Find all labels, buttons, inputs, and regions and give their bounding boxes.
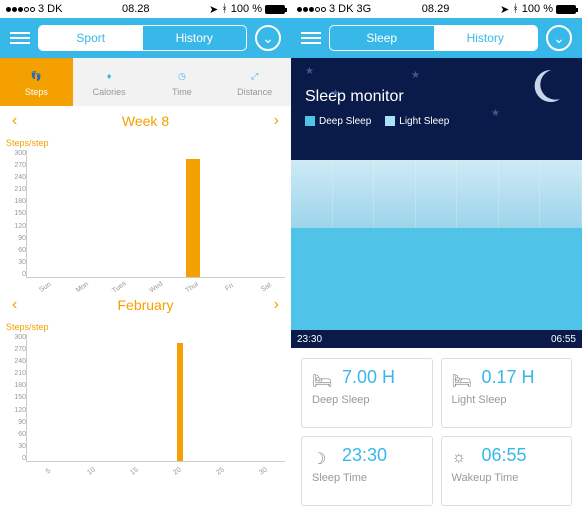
- sleep-cards: 🛏 7.00 H Deep Sleep 🛏 0.17 H Light Sleep ☽…: [291, 348, 582, 510]
- card-deep-sleep: 🛏 7.00 H Deep Sleep: [301, 358, 433, 428]
- chevron-left-icon[interactable]: ‹: [12, 112, 17, 130]
- card-value: 0.17 H: [482, 367, 535, 388]
- segment-control: Sleep History: [329, 25, 538, 51]
- sport-screen: 3 DK 08.28 ➤ ᚼ 100 % Sport History ⌄ 👣 S…: [0, 0, 291, 510]
- legend-deep-label: Deep Sleep: [319, 116, 371, 127]
- sleep-header: ★★★★ Sleep monitor Deep Sleep Light Slee…: [291, 58, 582, 160]
- battery-pct: 100 %: [231, 3, 262, 15]
- card-value: 06:55: [482, 445, 527, 466]
- signal-dots: [6, 7, 35, 12]
- week-chart: Steps/step 3002702402101801501209060300 …: [0, 136, 291, 290]
- top-bar: Sport History ⌄: [0, 18, 291, 58]
- clock: 08.29: [422, 3, 450, 15]
- y-axis-ticks: 3002702402101801501209060300: [6, 334, 26, 474]
- sun-icon: ☼: [452, 449, 474, 463]
- status-bar: 3 DK 08.28 ➤ ᚼ 100 %: [0, 0, 291, 18]
- chevron-down-icon[interactable]: ⌄: [255, 25, 281, 51]
- tab-label: Calories: [93, 87, 126, 97]
- seg-history[interactable]: History: [143, 26, 247, 50]
- sleep-time-axis: 23:30 06:55: [291, 330, 582, 348]
- carrier: 3 DK: [38, 3, 62, 15]
- seg-sport[interactable]: Sport: [39, 26, 143, 50]
- chevron-right-icon[interactable]: ›: [274, 296, 279, 314]
- card-value: 23:30: [342, 445, 387, 466]
- card-value: 7.00 H: [342, 367, 395, 388]
- top-bar: Sleep History ⌄: [291, 18, 582, 58]
- card-label: Wakeup Time: [452, 472, 562, 484]
- card-light-sleep: 🛏 0.17 H Light Sleep: [441, 358, 573, 428]
- distance-icon: ⤢: [246, 67, 264, 85]
- clock-icon: ◷: [173, 67, 191, 85]
- sleep-legend: Deep Sleep Light Sleep: [305, 116, 568, 127]
- card-label: Deep Sleep: [312, 394, 422, 406]
- legend-light-label: Light Sleep: [399, 116, 449, 127]
- bar-day-19: [177, 343, 183, 461]
- chevron-left-icon[interactable]: ‹: [12, 296, 17, 314]
- y-axis-label: Steps/step: [6, 138, 285, 148]
- chevron-down-icon[interactable]: ⌄: [546, 25, 572, 51]
- legend-light-swatch: [385, 116, 395, 126]
- status-bar: 3 DK 3G 08.29 ➤ ᚼ 100 %: [291, 0, 582, 18]
- x-axis-labels: SunMonTuesWedThurFriSat: [27, 284, 285, 291]
- y-axis-ticks: 3002702402101801501209060300: [6, 150, 26, 290]
- month-chart: Steps/step 3002702402101801501209060300 …: [0, 320, 291, 474]
- period-label: Week 8: [122, 113, 169, 129]
- menu-icon[interactable]: [301, 32, 321, 44]
- card-sleep-time: ☽ 23:30 Sleep Time: [301, 436, 433, 506]
- moon-small-icon: ☽: [312, 449, 334, 463]
- card-label: Sleep Time: [312, 472, 422, 484]
- bluetooth-icon: ᚼ: [512, 3, 519, 15]
- seg-sleep[interactable]: Sleep: [330, 26, 434, 50]
- battery-pct: 100 %: [522, 3, 553, 15]
- sleep-start-time: 23:30: [297, 334, 322, 345]
- card-wakeup-time: ☼ 06:55 Wakeup Time: [441, 436, 573, 506]
- moon-icon: [526, 68, 562, 104]
- metric-tabs: 👣 Steps ♦ Calories ◷ Time ⤢ Distance: [0, 58, 291, 106]
- card-label: Light Sleep: [452, 394, 562, 406]
- bed-icon: 🛏: [312, 371, 334, 385]
- seg-history[interactable]: History: [434, 26, 538, 50]
- y-axis-label: Steps/step: [6, 322, 285, 332]
- flame-icon: ♦: [100, 67, 118, 85]
- tab-steps[interactable]: 👣 Steps: [0, 58, 73, 106]
- tab-label: Steps: [25, 87, 48, 97]
- tab-time[interactable]: ◷ Time: [146, 58, 219, 106]
- segment-control: Sport History: [38, 25, 247, 51]
- chevron-right-icon[interactable]: ›: [274, 112, 279, 130]
- tab-distance[interactable]: ⤢ Distance: [218, 58, 291, 106]
- tab-calories[interactable]: ♦ Calories: [73, 58, 146, 106]
- sleep-screen: 3 DK 3G 08.29 ➤ ᚼ 100 % Sleep History ⌄ …: [291, 0, 582, 510]
- menu-icon[interactable]: [10, 32, 30, 44]
- bed-icon: 🛏: [452, 371, 474, 385]
- tab-label: Time: [172, 87, 192, 97]
- battery-icon: [265, 5, 285, 14]
- sleep-chart: [291, 160, 582, 330]
- carrier: 3 DK: [329, 3, 353, 15]
- bar-thur: [186, 159, 200, 277]
- network: 3G: [356, 3, 371, 15]
- clock: 08.28: [122, 3, 150, 15]
- bluetooth-icon: ᚼ: [221, 3, 228, 15]
- sleep-end-time: 06:55: [551, 334, 576, 345]
- legend-deep-swatch: [305, 116, 315, 126]
- location-icon: ➤: [209, 3, 218, 16]
- period-selector-week: ‹ Week 8 ›: [0, 106, 291, 136]
- location-icon: ➤: [500, 3, 509, 16]
- x-axis-labels: 51015202530: [27, 468, 285, 475]
- footprints-icon: 👣: [27, 67, 45, 85]
- signal-dots: [297, 7, 326, 12]
- tab-label: Distance: [237, 87, 272, 97]
- battery-icon: [556, 5, 576, 14]
